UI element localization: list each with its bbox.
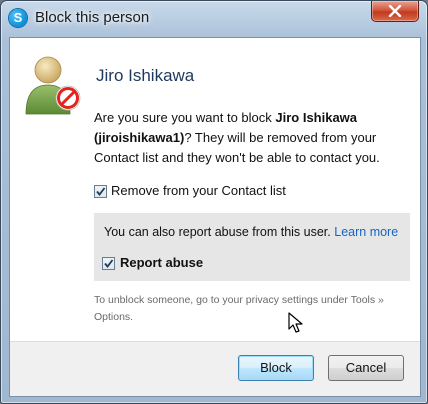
report-abuse-label[interactable]: Report abuse: [120, 255, 203, 270]
report-abuse-text: You can also report abuse from this user…: [104, 225, 331, 239]
remove-from-contacts-option[interactable]: Remove from your Contact list: [94, 183, 286, 199]
block-confirmation-text: Are you sure you want to block Jiro Ishi…: [94, 108, 394, 168]
block-dialog-window: S Block this person Jiro Ishikawa Are yo…: [0, 0, 428, 404]
window-title: Block this person: [35, 9, 150, 26]
remove-from-contacts-checkbox[interactable]: [94, 185, 107, 199]
blocked-contact-icon: [25, 56, 81, 115]
report-abuse-info: You can also report abuse from this user…: [104, 225, 398, 239]
checkmark-icon: [104, 259, 114, 269]
dialog-content: Jiro Ishikawa Are you sure you want to b…: [9, 37, 421, 397]
question-name: Jiro Ishikawa: [275, 110, 358, 125]
contact-name-heading: Jiro Ishikawa: [96, 66, 195, 85]
remove-from-contacts-label[interactable]: Remove from your Contact list: [111, 183, 286, 198]
close-button[interactable]: [371, 1, 419, 22]
mouse-pointer-icon: [288, 312, 303, 333]
cancel-button[interactable]: Cancel: [328, 355, 404, 381]
report-abuse-panel: You can also report abuse from this user…: [94, 213, 410, 281]
report-abuse-option[interactable]: Report abuse: [102, 255, 203, 271]
close-icon: [388, 5, 402, 17]
learn-more-link[interactable]: Learn more: [334, 225, 398, 239]
checkmark-icon: [96, 187, 106, 197]
title-bar[interactable]: S Block this person: [1, 1, 427, 37]
report-abuse-checkbox[interactable]: [102, 257, 115, 271]
contact-avatar: [24, 52, 84, 118]
unblock-help-text: To unblock someone, go to your privacy s…: [94, 294, 384, 323]
question-prefix: Are you sure you want to block: [94, 110, 276, 125]
question-handle: (jiroishikawa1): [94, 130, 185, 145]
dialog-button-bar: Block Cancel: [10, 341, 420, 396]
block-button[interactable]: Block: [238, 355, 314, 381]
skype-app-icon: S: [9, 9, 27, 27]
